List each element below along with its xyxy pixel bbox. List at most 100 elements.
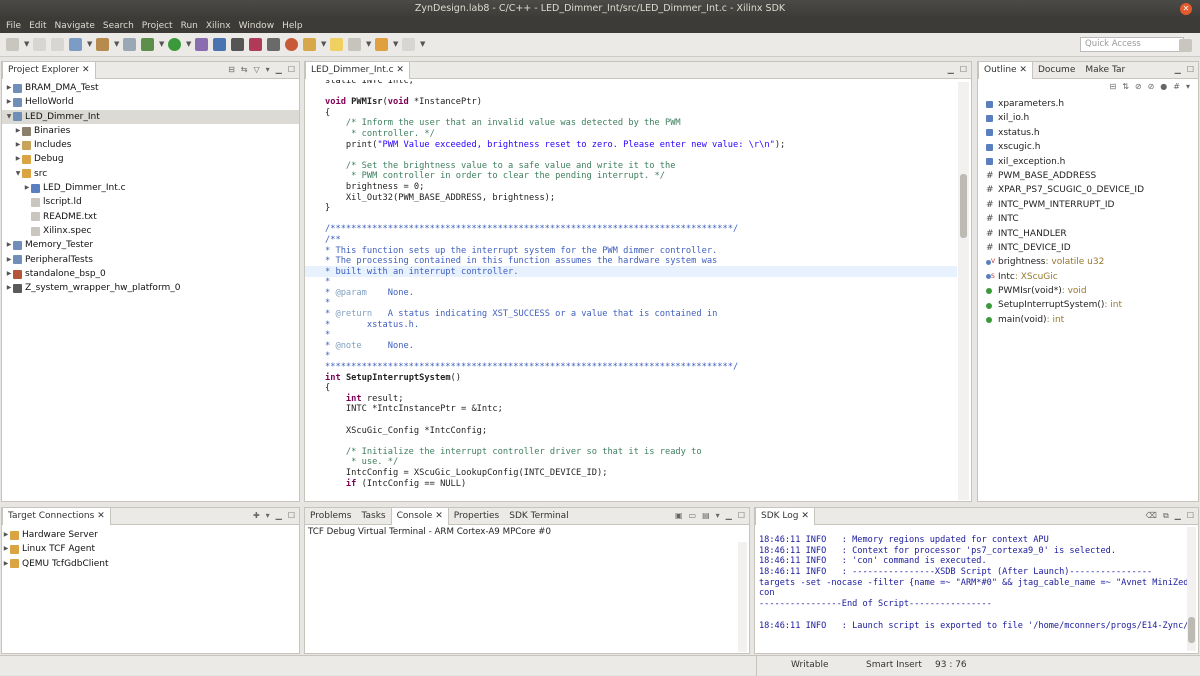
chevron-down-icon[interactable]: ▼ (420, 38, 425, 51)
chevron-down-icon[interactable]: ▼ (159, 38, 164, 51)
hide-fields-icon[interactable]: ⊘ (1135, 82, 1142, 95)
expand-arrow-icon[interactable]: ▶ (5, 81, 13, 95)
hide-static-icon[interactable]: ⊘ (1148, 82, 1155, 95)
view-menu-icon[interactable]: ▾ (716, 511, 720, 520)
chevron-down-icon[interactable]: ▼ (24, 38, 29, 51)
sort-icon[interactable]: ⇅ (1122, 82, 1129, 95)
tab-documentation[interactable]: Docume (1033, 62, 1080, 79)
outline-item[interactable]: xil_exception.h (986, 155, 1198, 169)
save-all-icon[interactable] (51, 38, 64, 51)
program-fpga-icon[interactable] (123, 38, 136, 51)
build-configuration-icon[interactable] (69, 38, 82, 51)
expand-arrow-icon[interactable]: ▶ (2, 528, 10, 542)
menu-window[interactable]: Window (239, 21, 275, 31)
stop-icon[interactable] (285, 38, 298, 51)
filter-icon[interactable]: ▽ (254, 65, 260, 74)
copy-icon[interactable]: ⧉ (1163, 511, 1169, 521)
back-icon[interactable] (375, 38, 388, 51)
tree-item[interactable]: README.txt (2, 210, 299, 224)
clear-log-icon[interactable]: ⌫ (1146, 511, 1157, 521)
target-linux-tcf-agent[interactable]: ▶ Linux TCF Agent (2, 542, 299, 556)
expand-arrow-icon[interactable]: ▶ (2, 557, 10, 571)
tree-item[interactable]: ▶ PeripheralTests (2, 253, 299, 267)
source-code[interactable]: static INTC Intc; void PWMIsr(void *Inst… (325, 80, 785, 489)
outline-item[interactable]: xparameters.h (986, 97, 1198, 111)
tree-item[interactable]: ▶ Z_system_wrapper_hw_platform_0 (2, 281, 299, 295)
outline-item[interactable]: PWMIsr(void*) : void (986, 284, 1198, 298)
external-tools-icon[interactable] (195, 38, 208, 51)
menu-edit[interactable]: Edit (29, 21, 46, 31)
tab-console[interactable]: Console ✕ (390, 507, 449, 525)
menu-search[interactable]: Search (103, 21, 134, 31)
tab-problems[interactable]: Problems (305, 508, 356, 525)
close-window-icon[interactable]: ✕ (1180, 3, 1192, 15)
outline-item[interactable]: S Intc : XScuGic (986, 270, 1198, 284)
outline-item[interactable]: Vbrightness : volatile u32 (986, 255, 1198, 269)
expand-arrow-icon[interactable]: ▶ (5, 238, 13, 252)
prev-annotation-icon[interactable] (348, 38, 361, 51)
link-editor-icon[interactable]: ⇆ (241, 65, 248, 74)
terminal-icon[interactable] (213, 38, 226, 51)
scrollbar-thumb[interactable] (1188, 617, 1195, 643)
outline-item[interactable]: # INTC_HANDLER (986, 227, 1198, 241)
menu-run[interactable]: Run (181, 21, 198, 31)
chevron-down-icon[interactable]: ▼ (186, 38, 191, 51)
menu-xilinx[interactable]: Xilinx (206, 21, 231, 31)
tab-sdk-terminal[interactable]: SDK Terminal (504, 508, 573, 525)
minimize-icon[interactable]: ▁ (726, 511, 732, 520)
expand-arrow-icon[interactable]: ▶ (14, 152, 22, 166)
expand-arrow-icon[interactable]: ▶ (23, 181, 31, 195)
tree-item[interactable]: ▶ Includes (2, 138, 299, 152)
expand-arrow-icon[interactable]: ▶ (5, 267, 13, 281)
display-console-icon[interactable]: ▭ (689, 511, 697, 520)
view-menu-icon[interactable]: ▾ (266, 511, 270, 520)
debug-icon[interactable] (141, 38, 154, 51)
tree-item[interactable]: Xilinx.spec (2, 224, 299, 238)
outline-item[interactable]: xil_io.h (986, 111, 1198, 125)
tab-project-explorer[interactable]: Project Explorer ✕ (2, 61, 96, 79)
tab-editor-file[interactable]: LED_Dimmer_Int.c ✕ (305, 61, 410, 79)
menu-help[interactable]: Help (282, 21, 303, 31)
maximize-icon[interactable]: ☐ (288, 65, 295, 74)
terminal-icon[interactable]: ▣ (675, 511, 683, 520)
tab-target-connections[interactable]: Target Connections ✕ (2, 507, 111, 525)
outline-item[interactable]: SetupInterruptSystem() : int (986, 298, 1198, 312)
chevron-down-icon[interactable]: ▼ (321, 38, 326, 51)
tab-properties[interactable]: Properties (449, 508, 504, 525)
xsct-console-icon[interactable] (267, 38, 280, 51)
outline-item[interactable]: # INTC_PWM_INTERRUPT_ID (986, 198, 1198, 212)
tree-item[interactable]: ▶ Memory_Tester (2, 238, 299, 252)
chevron-down-icon[interactable]: ▼ (87, 38, 92, 51)
minimize-icon[interactable]: ▁ (1175, 65, 1181, 74)
chip-icon[interactable] (231, 38, 244, 51)
tab-sdk-log[interactable]: SDK Log ✕ (755, 507, 815, 525)
maximize-icon[interactable]: ☐ (288, 511, 295, 520)
expand-arrow-icon[interactable]: ▶ (14, 124, 22, 138)
hide-macros-icon[interactable]: # (1173, 82, 1180, 95)
minimize-icon[interactable]: ▁ (1175, 511, 1181, 521)
chevron-down-icon[interactable]: ▼ (114, 38, 119, 51)
expand-arrow-icon[interactable]: ▶ (5, 95, 13, 109)
run-icon[interactable] (168, 38, 181, 51)
new-icon[interactable] (6, 38, 19, 51)
toggle-mark-occurrences-icon[interactable] (330, 38, 343, 51)
expand-arrow-icon[interactable]: ▶ (5, 281, 13, 295)
build-icon[interactable] (96, 38, 109, 51)
expand-arrow-icon[interactable]: ▶ (5, 253, 13, 267)
xilinx-tools-icon[interactable] (249, 38, 262, 51)
open-console-icon[interactable]: ▤ (702, 511, 710, 520)
maximize-icon[interactable]: ☐ (1187, 511, 1194, 521)
expand-arrow-icon[interactable]: ▼ (5, 110, 13, 124)
target-hardware-server[interactable]: ▶ Hardware Server (2, 528, 299, 542)
maximize-icon[interactable]: ☐ (960, 65, 967, 74)
sdk-log-text[interactable]: 18:46:11 INFO : Memory regions updated f… (759, 535, 1187, 650)
tree-item[interactable]: ▶ standalone_bsp_0 (2, 267, 299, 281)
tree-item[interactable]: ▶ HelloWorld (2, 95, 299, 109)
outline-item[interactable]: main(void) : int (986, 313, 1198, 327)
expand-arrow-icon[interactable]: ▼ (14, 167, 22, 181)
tab-outline[interactable]: Outline ✕ (978, 61, 1033, 79)
collapse-all-icon[interactable]: ⊟ (1109, 82, 1116, 95)
perspective-icon[interactable] (1179, 39, 1192, 52)
chevron-down-icon[interactable]: ▼ (366, 38, 371, 51)
maximize-icon[interactable]: ☐ (1187, 65, 1194, 74)
